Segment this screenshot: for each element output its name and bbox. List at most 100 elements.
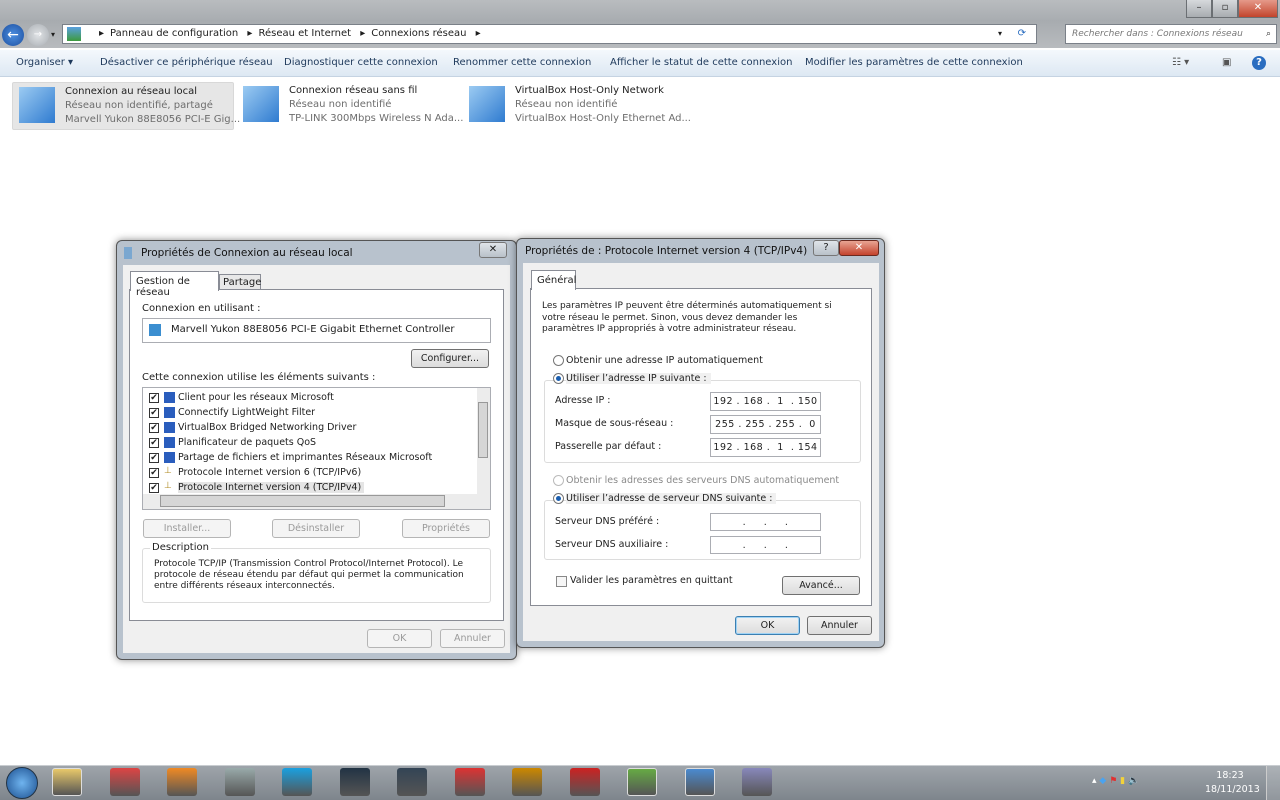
auto-dns-label[interactable]: Obtenir les adresses des serveurs DNS au… [566,475,839,486]
connection-status: Réseau non identifié, partagé [65,100,213,111]
recycle-bin-taskbar-icon[interactable] [224,768,255,796]
component-checkbox[interactable]: ✔ [149,438,159,448]
component-checkbox[interactable]: ✔ [149,393,159,403]
window-titlebar [0,0,1280,20]
ip-address-input[interactable]: 192 . 168 . 1 . 150 [710,392,821,411]
change-settings-button[interactable]: Modifier les paramètres de cette connexi… [805,57,1023,68]
alternate-dns-label: Serveur DNS auxiliaire : [555,539,669,550]
connection-device: Marvell Yukon 88E8056 PCI-E Gig... [65,114,241,125]
show-hidden-icons[interactable]: ▴ [1092,776,1097,786]
search-icon[interactable]: ⌕ [1266,25,1271,43]
breadcrumb-item[interactable]: Réseau et Internet [258,28,351,39]
chrome-taskbar-icon[interactable] [109,768,140,796]
vertical-scrollbar[interactable] [477,388,490,494]
network-icon [124,247,132,259]
scrollbar-thumb[interactable] [160,495,445,507]
minimize-button[interactable]: – [1186,0,1212,18]
preferred-dns-input[interactable]: . . . [710,513,821,531]
back-button[interactable]: ← [2,24,24,46]
ok-button[interactable]: OK [367,629,432,648]
auto-ip-radio[interactable] [553,355,564,366]
component-icon: ⊥ [164,466,172,476]
properties-button[interactable]: Propriétés [402,519,490,538]
history-dropdown-icon[interactable]: ▾ [51,30,55,39]
manual-dns-radio[interactable] [553,493,564,504]
clock-time: 18:23 [1216,770,1244,781]
disable-device-button[interactable]: Désactiver ce périphérique réseau [100,57,273,68]
auto-dns-radio[interactable] [553,475,564,486]
install-button[interactable]: Installer... [143,519,231,538]
skype-taskbar-icon[interactable] [282,768,312,796]
breadcrumb-item[interactable]: Panneau de configuration [110,28,238,39]
component-checkbox[interactable]: ✔ [149,468,159,478]
explorer-taskbar-icon[interactable] [52,768,82,796]
view-options-icon[interactable]: ☷ ▾ [1172,57,1189,68]
help-button[interactable]: ? [813,240,839,256]
media-taskbar-icon[interactable] [339,768,370,796]
address-dropdown-icon[interactable]: ▾ [998,25,1002,43]
show-desktop-button[interactable] [1266,766,1280,800]
component-checkbox[interactable]: ✔ [149,453,159,463]
breadcrumb-item[interactable]: Connexions réseau [371,28,466,39]
gmail-taskbar-icon[interactable] [454,768,485,796]
breadcrumb[interactable]: ▸ Panneau de configuration ▸ Réseau et Int… [62,24,1037,44]
action-center-icon[interactable]: ⚑ [1109,776,1117,786]
connection-virtualbox[interactable]: VirtualBox Host-Only Network Réseau non … [463,82,691,130]
preview-pane-icon[interactable]: ▣ [1222,57,1231,68]
alternate-dns-input[interactable]: . . . [710,536,821,554]
tab-general[interactable]: Général [531,270,576,290]
close-button[interactable]: ✕ [479,242,507,258]
tab-sharing[interactable]: Partage [219,274,261,290]
control-panel-taskbar-icon[interactable] [684,768,715,796]
component-icon [164,392,175,403]
forward-button[interactable]: → [27,24,49,46]
configure-button[interactable]: Configurer... [411,349,489,368]
gateway-input[interactable]: 192 . 168 . 1 . 154 [710,438,821,457]
clock[interactable]: 18:23 18/11/2013 [1205,769,1260,797]
start-button[interactable] [6,767,38,799]
refresh-icon[interactable]: ⟳ [1018,25,1026,43]
view-status-button[interactable]: Afficher le statut de cette connexion [610,57,792,68]
tray-icons[interactable]: ▴ ◆ ⚑ ▮ 🔈 [1092,776,1139,786]
close-button[interactable]: ✕ [839,240,879,256]
app2-taskbar-icon[interactable] [512,768,542,796]
validate-label[interactable]: Valider les paramètres en quittant [570,575,733,586]
network-status-icon[interactable]: ▮ [1120,776,1125,786]
uninstall-button[interactable]: Désinstaller [272,519,360,538]
scrollbar-thumb[interactable] [478,402,488,458]
auto-ip-label[interactable]: Obtenir une adresse IP automatiquement [566,355,763,366]
subnet-mask-input[interactable]: 255 . 255 . 255 . 0 [710,415,821,434]
cancel-button[interactable]: Annuler [440,629,505,648]
help-icon[interactable]: ? [1252,56,1266,70]
close-button[interactable]: ✕ [1238,0,1278,18]
manual-dns-label[interactable]: Utiliser l’adresse de serveur DNS suivan… [566,493,777,504]
component-checkbox[interactable]: ✔ [149,423,159,433]
paint-taskbar-icon[interactable] [742,768,772,796]
manual-ip-radio[interactable] [553,373,564,384]
connection-status: Réseau non identifié [289,99,392,110]
volume-icon[interactable]: 🔈 [1128,776,1139,786]
dropbox-icon[interactable]: ◆ [1099,776,1106,786]
connection-wireless[interactable]: Connexion réseau sans fil Réseau non ide… [237,82,463,130]
printer-taskbar-icon[interactable] [397,768,427,796]
organize-button[interactable]: Organiser ▾ [16,57,73,68]
horizontal-scrollbar[interactable] [143,494,490,509]
connection-local[interactable]: Connexion au réseau local Réseau non ide… [12,82,240,130]
wifi-taskbar-icon[interactable] [627,768,657,796]
tab-networking[interactable]: Gestion de réseau [130,271,219,298]
component-checkbox[interactable]: ✔ [149,408,159,418]
app-taskbar-icon[interactable] [167,768,197,796]
component-checkbox[interactable]: ✔ [149,483,159,493]
youtube-taskbar-icon[interactable] [569,768,600,796]
manual-ip-label[interactable]: Utiliser l’adresse IP suivante : [566,373,711,384]
search-input[interactable]: Rechercher dans : Connexions réseau ⌕ [1065,24,1277,44]
advanced-button[interactable]: Avancé... [782,576,860,595]
maximize-button[interactable]: ▫ [1212,0,1238,18]
components-list[interactable]: ✔ Client pour les réseaux Microsoft ✔ Conne… [142,387,491,510]
ok-button[interactable]: OK [735,616,800,635]
rename-button[interactable]: Renommer cette connexion [453,57,591,68]
validate-checkbox[interactable] [556,576,567,587]
cancel-button[interactable]: Annuler [807,616,872,635]
diagnose-button[interactable]: Diagnostiquer cette connexion [284,57,438,68]
intro-text: Les paramètres IP peuvent être déterminé… [542,301,832,334]
